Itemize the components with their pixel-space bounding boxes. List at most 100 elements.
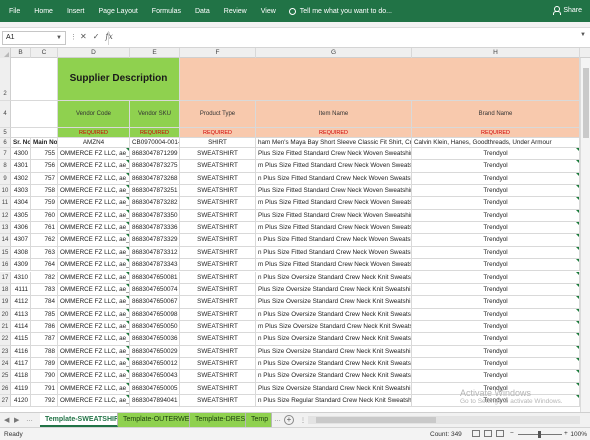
vendor-sku-cell[interactable]: 8683047873350 (130, 209, 180, 223)
sr-no-header[interactable]: Sr. No. (11, 138, 31, 148)
cancel-icon[interactable]: ✕ (80, 32, 87, 41)
main-no-cell[interactable]: 756 (31, 160, 58, 173)
item-name-cell[interactable]: n Plus Size Fitted Standard Crew Neck Wo… (256, 246, 412, 260)
product-type-cell[interactable]: SWEATSHIRT (180, 197, 256, 210)
main-no-cell[interactable]: 787 (31, 333, 58, 346)
row-header[interactable]: 15 (0, 246, 11, 260)
share-button[interactable]: Share (553, 6, 582, 15)
vendor-code-cell[interactable]: OMMERCE FZ LLC, ae_apparel (58, 222, 130, 235)
vendor-code-cell[interactable]: OMMERCE FZ LLC, ae_apparel (58, 370, 130, 383)
column-header-b[interactable]: B (11, 48, 31, 58)
tab-page-layout[interactable]: Page Layout (91, 8, 144, 15)
item-name-cell[interactable]: n Plus Size Fitted Standard Crew Neck Wo… (256, 172, 412, 186)
column-header-g[interactable]: G (256, 48, 412, 58)
tab-insert[interactable]: Insert (60, 8, 92, 15)
row-header[interactable]: 25 (0, 370, 11, 383)
brand-name-cell[interactable]: Trendyol (412, 246, 580, 260)
item-name-cell[interactable]: n Plus Size Fitted Standard Crew Neck Wo… (256, 234, 412, 247)
main-no-cell[interactable]: 784 (31, 296, 58, 309)
column-header-d[interactable]: D (58, 48, 130, 58)
vendor-code-cell[interactable]: OMMERCE FZ LLC, ae_apparel (58, 259, 130, 272)
row-header[interactable]: 16 (0, 259, 11, 272)
zoom-in-icon[interactable]: + (564, 430, 568, 437)
more-sheets-icon[interactable]: … (274, 416, 281, 423)
sr-no-cell[interactable]: 4115 (11, 333, 31, 346)
row-header[interactable]: 27 (0, 395, 11, 408)
product-type-cell[interactable]: SWEATSHIRT (180, 283, 256, 297)
brand-name-cell[interactable]: Trendyol (412, 197, 580, 210)
main-no-cell[interactable]: 792 (31, 395, 58, 408)
sr-no-cell[interactable]: 4302 (11, 172, 31, 186)
main-no-cell[interactable]: 788 (31, 345, 58, 358)
item-name-cell[interactable]: Plus Size Oversize Standard Crew Neck Kn… (256, 345, 412, 358)
sr-no-cell[interactable]: 4306 (11, 222, 31, 235)
page-break-view-icon[interactable] (496, 430, 504, 437)
tab-file[interactable]: File (0, 8, 27, 15)
row-header[interactable]: 17 (0, 271, 11, 284)
vendor-sku-cell[interactable]: 8683047873268 (130, 172, 180, 186)
vendor-sku-cell[interactable]: 8683047650067 (130, 296, 180, 309)
brand-name-cell[interactable]: Trendyol (412, 320, 580, 334)
brand-name-cell[interactable]: Trendyol (412, 259, 580, 272)
cell[interactable] (11, 128, 58, 138)
product-type-cell[interactable]: SWEATSHIRT (180, 320, 256, 334)
item-name-cell[interactable]: m Plus Size Fitted Standard Crew Neck Wo… (256, 197, 412, 210)
required-label[interactable]: REQUIRED (256, 128, 412, 138)
sr-no-cell[interactable]: 4120 (11, 395, 31, 408)
main-no-cell[interactable]: 764 (31, 259, 58, 272)
row-header[interactable]: 8 (0, 160, 11, 173)
product-type-cell[interactable]: SWEATSHIRT (180, 259, 256, 272)
row-header[interactable]: 20 (0, 308, 11, 321)
item-name-cell[interactable]: n Plus Size Oversize Standard Crew Neck … (256, 333, 412, 346)
row-header[interactable]: 18 (0, 283, 11, 297)
vendor-code-header[interactable]: Vendor Code (58, 101, 130, 128)
required-label[interactable]: REQUIRED (130, 128, 180, 138)
zoom-out-icon[interactable]: − (510, 430, 514, 437)
normal-view-icon[interactable] (472, 430, 480, 437)
vendor-sku-cell[interactable]: 8683047650074 (130, 283, 180, 297)
vendor-code-cell[interactable]: OMMERCE FZ LLC, ae_apparel (58, 333, 130, 346)
vendor-code-cell[interactable]: OMMERCE FZ LLC, ae_apparel (58, 345, 130, 358)
main-no-header[interactable]: Main No. (31, 138, 58, 148)
brand-name-cell[interactable]: Trendyol (412, 382, 580, 395)
row-header[interactable]: 7 (0, 148, 11, 161)
vendor-code-cell[interactable]: OMMERCE FZ LLC, ae_apparel (58, 271, 130, 284)
row-header[interactable]: 14 (0, 234, 11, 247)
cell[interactable] (11, 58, 58, 101)
item-name-cell[interactable]: n Plus Size Oversize Standard Crew Neck … (256, 370, 412, 383)
vendor-sku-cell[interactable]: 8683047650081 (130, 271, 180, 284)
brand-name-cell[interactable]: Trendyol (412, 160, 580, 173)
required-label[interactable]: REQUIRED (412, 128, 580, 138)
sr-no-cell[interactable]: 4111 (11, 283, 31, 297)
row-header[interactable]: 22 (0, 333, 11, 346)
product-type-cell[interactable]: SWEATSHIRT (180, 160, 256, 173)
vendor-sku-cell[interactable]: 8683047650043 (130, 370, 180, 383)
product-type-cell[interactable]: SWEATSHIRT (180, 209, 256, 223)
product-type-cell[interactable]: SWEATSHIRT (180, 382, 256, 395)
brand-name-header[interactable]: Brand Name (412, 101, 580, 128)
main-no-cell[interactable]: 759 (31, 197, 58, 210)
item-name-cell[interactable]: Plus Size Fitted Standard Crew Neck Wove… (256, 185, 412, 198)
vendor-sku-cell[interactable]: 8683047650098 (130, 308, 180, 321)
item-name-cell[interactable]: Plus Size Oversize Standard Crew Neck Kn… (256, 296, 412, 309)
vendor-code-cell[interactable]: OMMERCE FZ LLC, ae_apparel (58, 234, 130, 247)
example-product-type[interactable]: SHIRT (180, 138, 256, 148)
tell-me-box[interactable]: Tell me what you want to do... (288, 7, 392, 15)
sr-no-cell[interactable]: 4304 (11, 197, 31, 210)
product-type-cell[interactable]: SWEATSHIRT (180, 357, 256, 371)
scroll-thumb[interactable] (583, 68, 589, 138)
required-label[interactable]: REQUIRED (58, 128, 130, 138)
tab-data[interactable]: Data (188, 8, 217, 15)
sheet-tab-temp[interactable]: Temp (246, 413, 272, 427)
formula-input[interactable] (108, 31, 584, 45)
tab-formulas[interactable]: Formulas (145, 8, 188, 15)
brand-name-cell[interactable]: Trendyol (412, 185, 580, 198)
scroll-thumb[interactable] (316, 417, 436, 423)
brand-name-cell[interactable]: Trendyol (412, 333, 580, 346)
product-type-cell[interactable]: SWEATSHIRT (180, 395, 256, 408)
brand-name-cell[interactable]: Trendyol (412, 357, 580, 371)
item-name-cell[interactable]: m Plus Size Oversize Standard Crew Neck … (256, 320, 412, 334)
main-no-cell[interactable]: 760 (31, 209, 58, 223)
row-header[interactable]: 11 (0, 197, 11, 210)
main-no-cell[interactable]: 783 (31, 283, 58, 297)
